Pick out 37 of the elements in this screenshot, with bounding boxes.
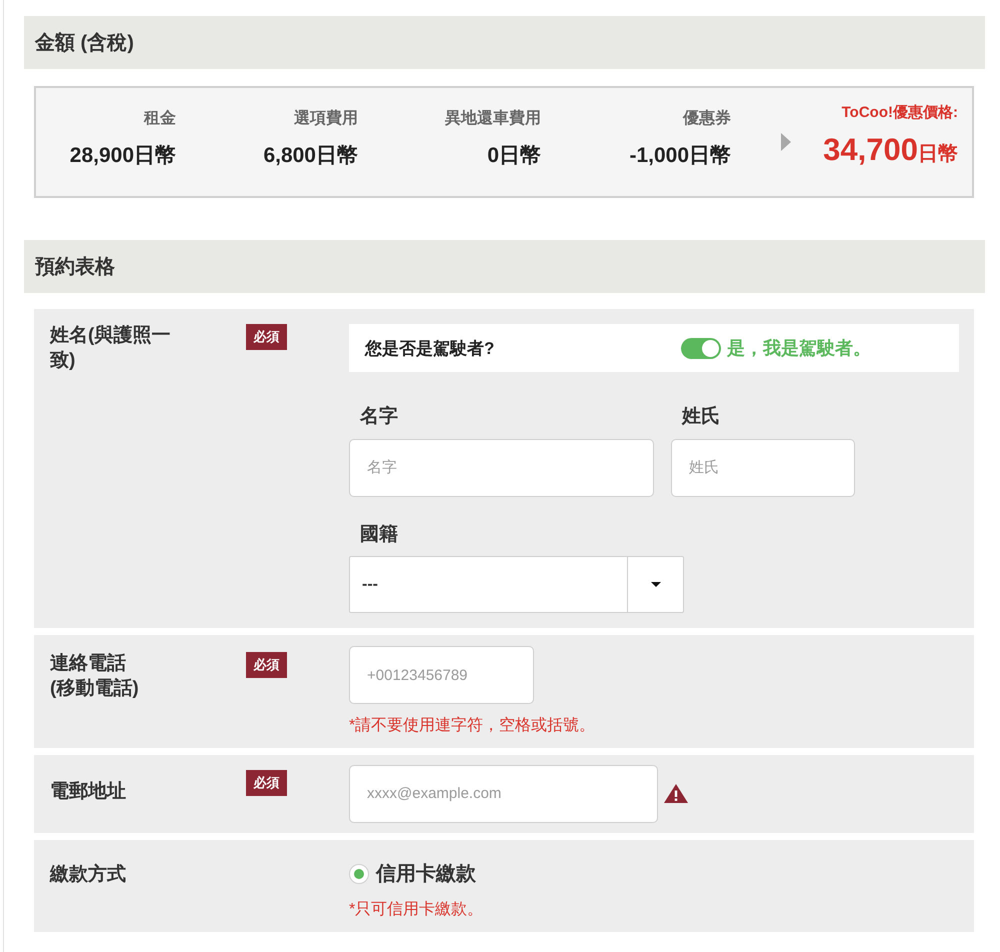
price-amount: 28,900日幣 [70, 143, 176, 168]
total-label: ToCoo!優惠價格: [842, 104, 958, 122]
section-header: 預約表格 [24, 240, 985, 293]
required-badge: 必須 [246, 770, 287, 796]
field-label: 繳款方式 [50, 862, 126, 887]
price-label: 選項費用 [294, 109, 358, 128]
question-text: 您是否是駕駛者? [365, 338, 494, 360]
total-amount: 34,700 [823, 132, 918, 168]
option-label: 信用卡繳款 [376, 862, 476, 886]
text-input[interactable]: 名字 [349, 438, 654, 497]
nationality-select[interactable]: --- [349, 556, 684, 614]
price-amount: 0日幣 [487, 143, 541, 168]
field-label: 姓名(與護照一致) [50, 324, 172, 373]
hint-text: *只可信用卡繳款。 [349, 900, 484, 919]
field-label: 國籍 [360, 522, 398, 547]
text-input[interactable]: 姓氏 [671, 438, 855, 497]
price-label: 租金 [144, 109, 176, 128]
price-amount: 6,800日幣 [263, 143, 358, 168]
price-label: 優惠券 [683, 109, 731, 128]
field-label: 連絡電話 (移動電話) [50, 652, 139, 702]
right-triangle-icon [781, 133, 791, 151]
price-amount: -1,000日幣 [629, 143, 731, 168]
section-header: 金額 (含稅) [24, 16, 985, 69]
hint-text: *請不要使用連字符，空格或括號。 [349, 716, 596, 736]
radio-button[interactable] [349, 864, 369, 884]
required-badge: 必須 [246, 324, 287, 350]
field-label: 名字 [360, 405, 398, 429]
currency-unit: 日幣 [918, 142, 958, 167]
toggle-answer: 是，我是駕駛者。 [727, 337, 871, 360]
price-label: 異地還車費用 [445, 109, 541, 128]
toggle-switch[interactable] [681, 338, 721, 358]
field-label: 姓氏 [682, 405, 720, 429]
text-input[interactable]: xxxx@example.com [349, 764, 658, 823]
text-input[interactable]: +00123456789 [349, 646, 534, 704]
caret-icon [650, 582, 660, 588]
required-badge: 必須 [246, 652, 287, 678]
field-label: 電郵地址 [50, 780, 126, 804]
